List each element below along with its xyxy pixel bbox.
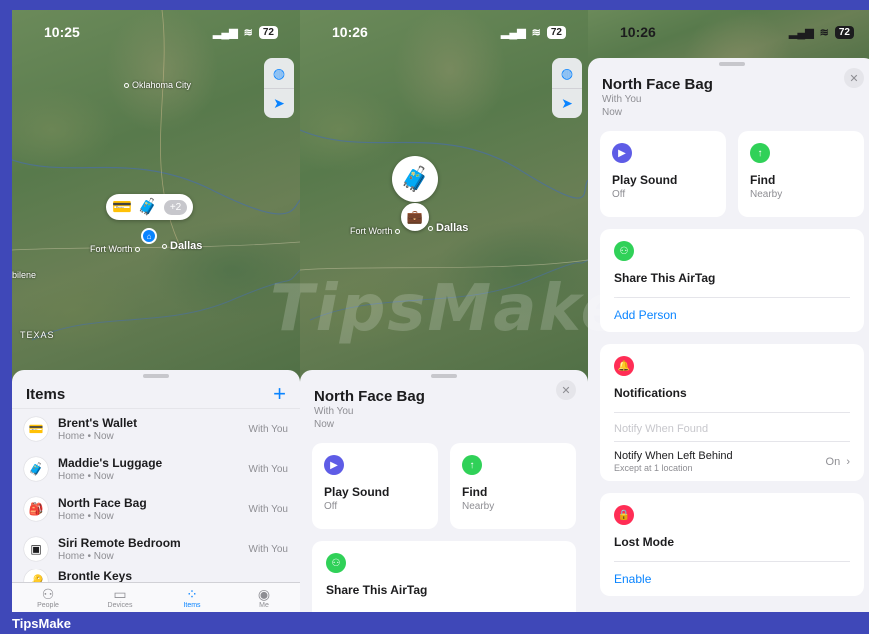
globe-icon[interactable]: ◍ — [552, 58, 582, 88]
items-sheet: Items + 💳 Brent's Wallet Home • Now With… — [12, 370, 300, 612]
city-label: bilene — [12, 270, 37, 280]
map-rivers — [300, 129, 588, 321]
arrow-up-icon: ↑ — [462, 455, 482, 475]
items-grid-icon: ⁘ — [186, 585, 198, 602]
people-icon: ⚇ — [41, 585, 55, 602]
tab-bar: ⚇ People ▭ Devices ⁘ Items ◉ Me — [12, 582, 300, 612]
add-person-link[interactable]: Add Person — [614, 298, 850, 332]
item-owner: With You — [602, 94, 642, 105]
item-title: North Face Bag — [602, 76, 713, 93]
share-airtag-card: ⚇ Share This AirTag — [312, 541, 576, 612]
item-time: Now — [314, 419, 335, 430]
close-button[interactable]: ✕ — [844, 68, 864, 88]
detail-sheet-full: ✕ North Face Bag With You Now ▶ Play Sou… — [588, 58, 869, 612]
city-label: Dallas — [428, 222, 468, 234]
battery-icon: 72 — [834, 25, 854, 39]
bell-icon: 🔔 — [614, 356, 634, 376]
city-label: Fort Worth — [90, 244, 141, 254]
people-icon: ⚇ — [326, 553, 346, 573]
find-button[interactable]: ↑ Find Nearby — [450, 443, 576, 529]
enable-lost-mode-link[interactable]: Enable — [614, 562, 850, 596]
item-time: Now — [602, 107, 623, 118]
close-button[interactable]: ✕ — [556, 380, 576, 400]
item-list: 💳 Brent's Wallet Home • Now With You 🧳 M… — [12, 409, 300, 587]
map-controls: ◍ ➤ — [264, 58, 294, 118]
status-time: 10:26 — [332, 24, 368, 40]
lost-mode-card: 🔒 Lost Mode Enable — [600, 493, 864, 596]
phone-items-screen: 10:25 ▂▄▆ ≋ 72 ◍ ➤ Oklahoma City Fort Wo… — [12, 10, 300, 612]
play-icon: ▶ — [324, 455, 344, 475]
devices-icon: ▭ — [113, 585, 127, 602]
items-cluster-pill[interactable]: 💳 🧳 +2 — [106, 194, 194, 220]
phone-detail-screen: 10:26 ▂▄▆ ≋ 72 ◍ ➤ 🧳 💼 Fort Worth Dallas… — [300, 10, 588, 612]
share-airtag-card: ⚇ Share This AirTag Add Person — [600, 229, 864, 332]
play-sound-button[interactable]: ▶ Play Sound Off — [600, 131, 726, 217]
signal-icon: ▂▄▆ — [500, 26, 526, 39]
item-title: North Face Bag — [314, 388, 425, 405]
status-time: 10:25 — [44, 24, 80, 40]
luggage-icon: 🧳 — [137, 199, 158, 216]
play-sound-button[interactable]: ▶ Play Sound Off — [312, 443, 438, 529]
status-bar: 10:26 ▂▄▆ ≋ 72 — [300, 10, 588, 54]
bag-icon: 🎒 — [24, 497, 48, 521]
battery-icon: 72 — [546, 25, 566, 39]
tab-items[interactable]: ⁘ Items — [156, 583, 228, 612]
tab-me[interactable]: ◉ Me — [228, 583, 300, 612]
signal-icon: ▂▄▆ — [788, 26, 814, 39]
wallet-icon: 💳 — [24, 417, 48, 441]
detail-sheet: ✕ North Face Bag With You Now ▶ Play Sou… — [300, 370, 588, 612]
left-behind-value: On — [825, 455, 841, 468]
battery-icon: 72 — [258, 25, 278, 39]
city-label: Oklahoma City — [124, 80, 191, 90]
remote-icon: ▣ — [24, 537, 48, 561]
region-label: TEXAS — [20, 330, 55, 340]
location-arrow-icon[interactable]: ➤ — [552, 88, 582, 118]
status-bar: 10:25 ▂▄▆ ≋ 72 — [12, 10, 300, 54]
list-item[interactable]: 🎒 North Face Bag Home • Now With You — [12, 489, 300, 529]
add-item-button[interactable]: + — [273, 383, 286, 405]
notify-left-behind-row[interactable]: Notify When Left Behind Except at 1 loca… — [614, 442, 850, 481]
globe-icon[interactable]: ◍ — [264, 58, 294, 88]
list-item[interactable]: 💳 Brent's Wallet Home • Now With You — [12, 409, 300, 449]
notify-when-found-toggle[interactable]: Notify When Found — [614, 413, 850, 441]
city-label: Dallas — [162, 240, 202, 252]
sheet-grabber[interactable] — [719, 62, 745, 66]
chevron-right-icon: › — [843, 455, 850, 468]
list-item[interactable]: ▣ Siri Remote Bedroom Home • Now With Yo… — [12, 529, 300, 569]
map-view[interactable] — [300, 10, 588, 390]
lock-icon: 🔒 — [614, 505, 634, 525]
city-label: Fort Worth — [350, 226, 401, 236]
person-circle-icon: ◉ — [257, 585, 271, 602]
status-bar: 10:26 ▂▄▆ ≋ 72 — [588, 10, 869, 54]
wifi-icon: ≋ — [531, 26, 541, 39]
luggage-bubble-icon[interactable]: 🧳 — [392, 156, 438, 202]
people-icon: ⚇ — [614, 241, 634, 261]
signal-icon: ▂▄▆ — [212, 26, 238, 39]
sheet-grabber[interactable] — [431, 374, 457, 378]
find-button[interactable]: ↑ Find Nearby — [738, 131, 864, 217]
footer-brand: TipsMake — [0, 612, 869, 634]
phone-detail-full-screen: 10:26 ▂▄▆ ≋ 72 ✕ North Face Bag With You… — [588, 10, 869, 612]
wallet-icon: 💳 — [112, 199, 132, 216]
play-icon: ▶ — [612, 143, 632, 163]
item-owner: With You — [314, 406, 354, 417]
wifi-icon: ≋ — [243, 26, 253, 39]
wifi-icon: ≋ — [819, 26, 829, 39]
items-title: Items — [26, 385, 66, 403]
luggage-icon: 🧳 — [24, 457, 48, 481]
status-time: 10:26 — [620, 24, 656, 40]
arrow-up-icon: ↑ — [750, 143, 770, 163]
more-count-badge: +2 — [163, 199, 188, 215]
notifications-card: 🔔 Notifications Notify When Found Notify… — [600, 344, 864, 481]
tab-devices[interactable]: ▭ Devices — [84, 583, 156, 612]
tab-people[interactable]: ⚇ People — [12, 583, 84, 612]
list-item[interactable]: 🧳 Maddie's Luggage Home • Now With You — [12, 449, 300, 489]
location-arrow-icon[interactable]: ➤ — [264, 88, 294, 118]
map-controls: ◍ ➤ — [552, 58, 582, 118]
luggage-pin-icon[interactable]: 💼 — [401, 203, 429, 231]
home-pin-icon[interactable]: ⌂ — [141, 228, 157, 244]
